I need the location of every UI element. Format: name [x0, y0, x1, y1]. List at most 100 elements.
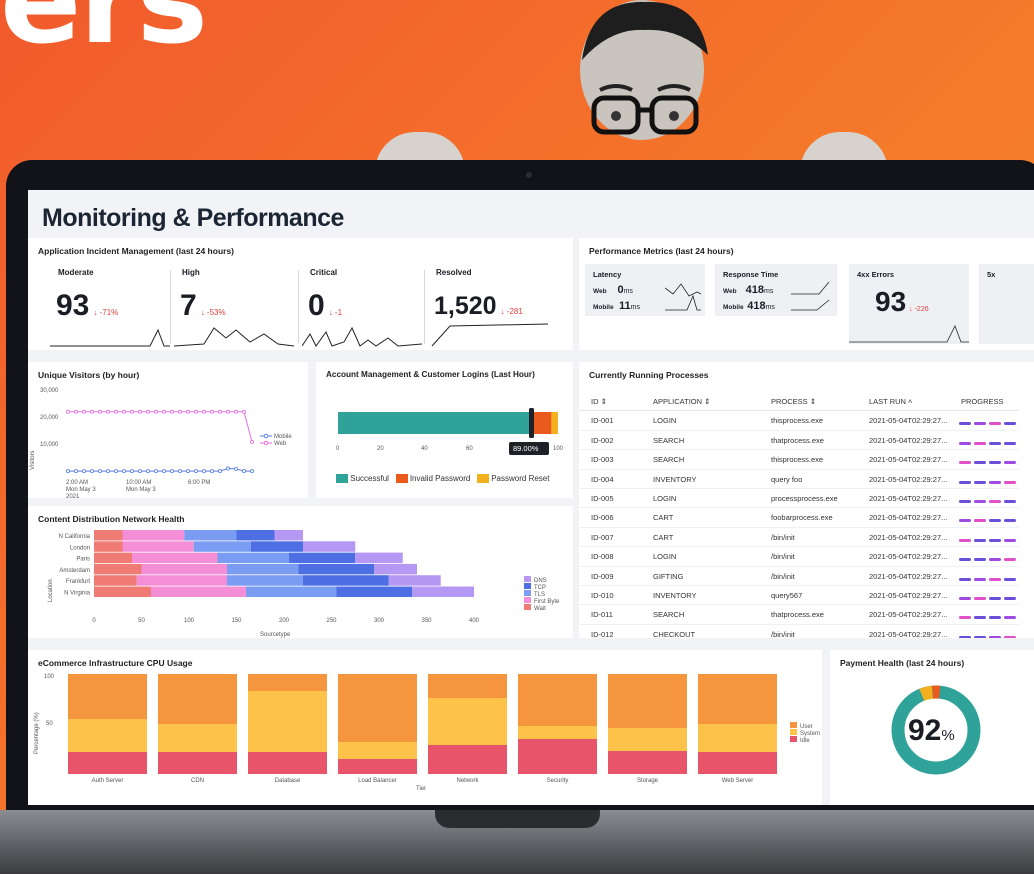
bar-segment[interactable]	[698, 752, 777, 774]
kpi-high[interactable]: High 7 ↓ -53%	[174, 264, 294, 348]
data-point[interactable]	[209, 409, 214, 414]
table-row[interactable]: ID-009 GIFTING/bin/init 2021-05-04T02:29:2…	[579, 567, 1019, 586]
bar-segment[interactable]	[246, 586, 337, 598]
data-point[interactable]	[146, 409, 151, 414]
data-point[interactable]	[201, 409, 206, 414]
data-point[interactable]	[154, 469, 159, 474]
data-point[interactable]	[154, 409, 159, 414]
data-point[interactable]	[193, 409, 198, 414]
data-point[interactable]	[130, 469, 135, 474]
bar-segment[interactable]	[248, 691, 327, 752]
bar-segment[interactable]	[250, 541, 303, 552]
bar-segment[interactable]	[94, 552, 132, 564]
data-point[interactable]	[106, 469, 111, 474]
table-row[interactable]: ID-008 LOGIN/bin/init 2021-05-04T02:29:27.…	[579, 547, 1019, 567]
bar-segment[interactable]	[698, 724, 777, 752]
bar-segment[interactable]	[428, 674, 507, 698]
cdn-legend[interactable]: DNSTCPTLSFirst ByteWait	[524, 576, 560, 612]
latency-card[interactable]: Latency Web 0ms Mobile 11ms	[585, 264, 705, 316]
data-point[interactable]	[138, 409, 143, 414]
bar-invalid-password[interactable]	[533, 412, 552, 434]
kpi-resolved[interactable]: Resolved 1,520 ↓ -281	[428, 264, 548, 348]
bar-segment[interactable]	[68, 752, 147, 774]
data-point[interactable]	[185, 409, 190, 414]
bar-segment[interactable]	[518, 726, 597, 739]
data-point[interactable]	[106, 409, 111, 414]
data-point[interactable]	[130, 409, 135, 414]
data-point[interactable]	[217, 409, 222, 414]
data-point[interactable]	[209, 469, 214, 474]
data-point[interactable]	[225, 409, 230, 414]
data-point[interactable]	[233, 466, 238, 471]
data-point[interactable]	[185, 469, 190, 474]
data-point[interactable]	[114, 409, 119, 414]
bar-segment[interactable]	[698, 674, 777, 724]
bar-segment[interactable]	[388, 575, 441, 586]
col-process[interactable]: PROCESS ⇕	[771, 397, 816, 406]
data-point[interactable]	[74, 409, 79, 414]
table-row[interactable]: ID-007 CART/bin/init 2021-05-04T02:29:27..…	[579, 528, 1019, 548]
cpu-legend[interactable]: UserSystemIdle	[790, 722, 820, 744]
data-point[interactable]	[122, 409, 127, 414]
bar-segment[interactable]	[608, 674, 687, 728]
data-point[interactable]	[225, 466, 230, 471]
logins-legend[interactable]: Successful Invalid Password Password Res…	[336, 474, 549, 484]
bar-password-reset[interactable]	[551, 412, 558, 434]
bar-segment[interactable]	[236, 530, 275, 541]
data-point[interactable]	[249, 469, 254, 474]
data-point[interactable]	[66, 409, 71, 414]
bar-segment[interactable]	[158, 724, 237, 752]
table-row[interactable]: ID-003 SEARCH thisprocess.exe 2021-05-04T02…	[579, 450, 1019, 470]
bar-segment[interactable]	[193, 541, 251, 552]
data-point[interactable]	[233, 409, 238, 414]
bar-segment[interactable]	[608, 728, 687, 751]
bar-segment[interactable]	[338, 742, 417, 759]
col-last-run[interactable]: LAST RUN ˄	[869, 397, 912, 406]
bar-segment[interactable]	[303, 575, 389, 586]
data-point[interactable]	[90, 409, 95, 414]
bar-segment[interactable]	[132, 552, 218, 564]
data-point[interactable]	[169, 469, 174, 474]
bar-segment[interactable]	[158, 752, 237, 774]
bar-segment[interactable]	[141, 563, 228, 575]
bar-segment[interactable]	[68, 719, 147, 752]
bar-segment[interactable]	[518, 739, 597, 774]
data-point[interactable]	[201, 469, 206, 474]
bar-segment[interactable]	[608, 751, 687, 774]
table-row[interactable]: ID-011 SEARCH thatprocess.exe 2021-05-04T02…	[579, 605, 1019, 625]
table-row[interactable]: ID-005 LOGIN processprocess.exe 2021-05-04T…	[579, 489, 1019, 509]
data-point[interactable]	[161, 469, 166, 474]
bar-segment[interactable]	[428, 698, 507, 745]
bar-segment[interactable]	[68, 674, 147, 719]
data-point[interactable]	[169, 409, 174, 414]
bar-segment[interactable]	[136, 575, 227, 586]
bar-segment[interactable]	[274, 530, 304, 541]
data-point[interactable]	[217, 469, 222, 474]
bar-segment[interactable]	[94, 530, 123, 541]
data-point[interactable]	[138, 469, 143, 474]
response-time-card[interactable]: Response Time Web 418ms Mobile 418ms	[715, 264, 837, 316]
data-point[interactable]	[241, 469, 246, 474]
bar-segment[interactable]	[303, 541, 356, 552]
5xx-errors-card[interactable]: 5x	[979, 264, 1034, 344]
bar-segment[interactable]	[122, 530, 185, 541]
table-row[interactable]: ID-002 SEARCH thatprocess.exe 2021-05-04T02…	[579, 431, 1019, 451]
data-point[interactable]	[241, 409, 246, 414]
4xx-errors-card[interactable]: 4xx Errors 93 ↓ -226	[849, 264, 969, 344]
bar-segment[interactable]	[336, 586, 413, 598]
bar-segment[interactable]	[151, 586, 246, 598]
bar-segment[interactable]	[227, 575, 303, 586]
bar-segment[interactable]	[94, 563, 142, 575]
bar-segment[interactable]	[288, 552, 356, 564]
bar-segment[interactable]	[338, 759, 417, 774]
bar-segment[interactable]	[217, 552, 289, 564]
bar-segment[interactable]	[518, 674, 597, 726]
bar-segment[interactable]	[248, 674, 327, 691]
col-application[interactable]: APPLICATION ⇕	[653, 397, 710, 406]
table-row[interactable]: ID-010 INVENTORY query567 2021-05-04T02:29:…	[579, 586, 1019, 606]
data-point[interactable]	[82, 409, 87, 414]
kpi-moderate[interactable]: Moderate 93 ↓ -71%	[50, 264, 170, 348]
visitors-legend[interactable]: Mobile Web	[260, 433, 292, 447]
bar-segment[interactable]	[374, 563, 417, 575]
data-point[interactable]	[98, 409, 103, 414]
